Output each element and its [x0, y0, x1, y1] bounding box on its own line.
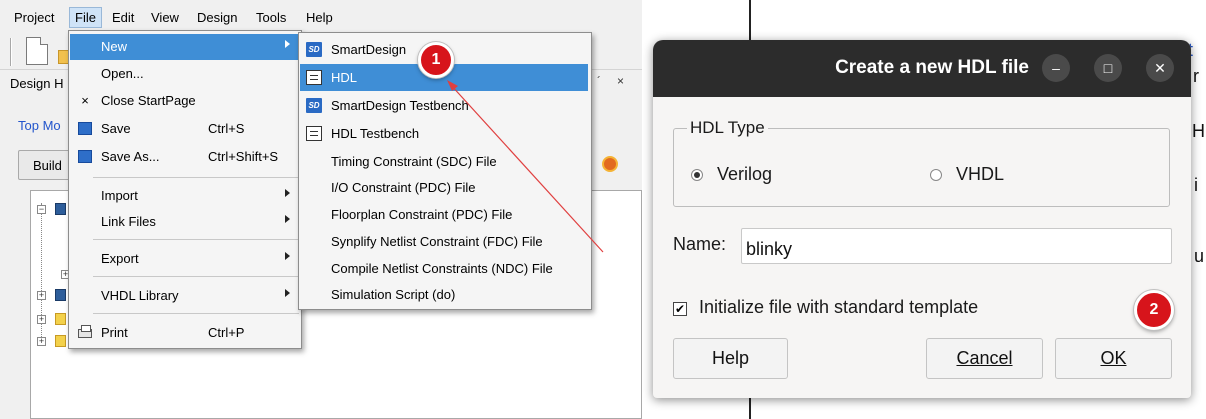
background-text-fragment: u [1194, 246, 1205, 266]
ok-button[interactable]: OK [1055, 338, 1172, 379]
create-hdl-dialog: Create a new HDL file – □ ✕ HDL Type Ver… [653, 40, 1191, 398]
ok-button-label: OK [1100, 348, 1127, 368]
cancel-button-label: Cancel [956, 348, 1013, 368]
dialog-titlebar[interactable]: Create a new HDL file – □ ✕ [653, 40, 1191, 97]
dialog-body: HDL Type Verilog VHDL Name: ✔ Initialize… [653, 97, 1191, 398]
help-button[interactable]: Help [673, 338, 788, 379]
name-label: Name: [673, 234, 727, 254]
template-checkbox-label[interactable]: Initialize file with standard template [699, 297, 978, 318]
background-text-fragment: H [1192, 121, 1205, 141]
step-badge-2: 2 [1134, 290, 1174, 330]
close-button[interactable]: ✕ [1146, 54, 1174, 82]
background-text-fragment: r [1193, 66, 1199, 86]
vhdl-label[interactable]: VHDL [956, 164, 1004, 185]
dialog-title: Create a new HDL file [835, 57, 1029, 78]
vhdl-radio[interactable] [930, 169, 942, 181]
verilog-radio[interactable] [691, 169, 703, 181]
background-text-fragment: i [1194, 175, 1198, 195]
template-checkbox[interactable]: ✔ [673, 302, 687, 316]
arrow-line [449, 83, 604, 253]
minimize-button[interactable]: – [1042, 54, 1070, 82]
hdl-type-label: HDL Type [687, 118, 768, 138]
step-badge-1: 1 [418, 42, 454, 78]
cancel-button[interactable]: Cancel [926, 338, 1043, 379]
arrow-head-icon [447, 80, 458, 91]
name-input[interactable] [741, 228, 1172, 264]
maximize-button[interactable]: □ [1094, 54, 1122, 82]
verilog-label[interactable]: Verilog [717, 164, 772, 185]
